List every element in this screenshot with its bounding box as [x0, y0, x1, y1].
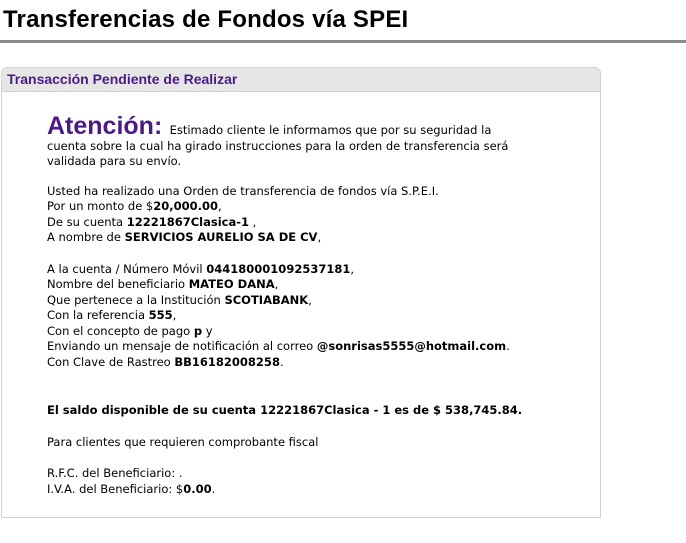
reference-label: Con la referencia	[47, 308, 149, 322]
title-divider	[0, 40, 686, 43]
concept-label: Con el concepto de pago	[47, 323, 194, 338]
destination-details: A la cuenta / Número Móvil 0441800010925…	[47, 262, 547, 371]
concept-value: p	[193, 323, 203, 338]
page-title: Transferencias de Fondos vía SPEI	[3, 6, 409, 33]
attention-label: Atención:	[47, 112, 163, 140]
concept-suffix: y	[202, 323, 213, 338]
beneficiary-label: Nombre del beneficiario	[47, 277, 189, 291]
email-suffix: .	[506, 339, 510, 353]
from-account-value: 12221867Clasica-1	[126, 214, 250, 229]
from-account-label: De su cuenta	[47, 214, 127, 229]
panel-content: Atención: Estimado cliente le informamos…	[47, 114, 547, 497]
order-summary: Usted ha realizado una Orden de transfer…	[47, 184, 547, 246]
destination-account-suffix: ,	[350, 261, 354, 276]
holder-value: SERVICIOS AURELIO SA DE CV	[124, 230, 318, 244]
amount-suffix: ,	[218, 199, 222, 213]
iva-suffix: .	[211, 481, 216, 496]
institution-label: Que pertenece a la Institución	[47, 292, 225, 307]
order-intro: Usted ha realizado una Orden de transfer…	[47, 183, 439, 198]
beneficiary-value: MATEO DANA	[188, 277, 275, 291]
notice-line-3: validada para su envío.	[47, 154, 182, 168]
reference-suffix: ,	[172, 308, 177, 322]
balance-statement: El saldo disponible de su cuenta 1222186…	[47, 403, 523, 417]
fiscal-details: R.F.C. del Beneficiario: . I.V.A. del Be…	[47, 466, 547, 497]
rfc-value: .	[178, 466, 183, 480]
tracking-value: BB16182008258	[174, 354, 280, 369]
iva-value: 0.00	[183, 481, 212, 496]
amount-label: Por un monto de $	[47, 199, 154, 213]
amount-value: 20,000.00	[153, 199, 219, 213]
email-label: Enviando un mensaje de notificación al c…	[47, 339, 317, 353]
institution-suffix: ,	[308, 292, 312, 307]
notice-line-2: cuenta sobre la cual ha girado instrucci…	[47, 138, 509, 153]
tracking-label: Con Clave de Rastreo	[47, 354, 175, 369]
beneficiary-suffix: ,	[274, 277, 279, 291]
transaction-panel: Transacción Pendiente de Realizar Atenci…	[1, 67, 601, 518]
iva-label: I.V.A. del Beneficiario: $	[47, 481, 184, 496]
destination-account-value: 044180001092537181	[206, 261, 351, 276]
from-account-suffix: ,	[249, 214, 257, 229]
attention-notice: Atención: Estimado cliente le informamos…	[47, 114, 547, 170]
holder-label: A nombre de	[47, 230, 125, 244]
tracking-suffix: .	[279, 354, 284, 369]
panel-header: Transacción Pendiente de Realizar	[2, 68, 600, 92]
reference-value: 555	[148, 308, 173, 322]
notice-line-1: Estimado cliente le informamos que por s…	[169, 123, 492, 137]
destination-account-label: A la cuenta / Número Móvil	[47, 261, 207, 276]
rfc-label: R.F.C. del Beneficiario:	[47, 466, 179, 480]
holder-suffix: ,	[317, 230, 322, 244]
fiscal-heading: Para clientes que requieren comprobante …	[47, 434, 319, 449]
email-value: @sonrisas5555@hotmail.com	[316, 339, 507, 353]
institution-value: SCOTIABANK	[224, 292, 309, 307]
